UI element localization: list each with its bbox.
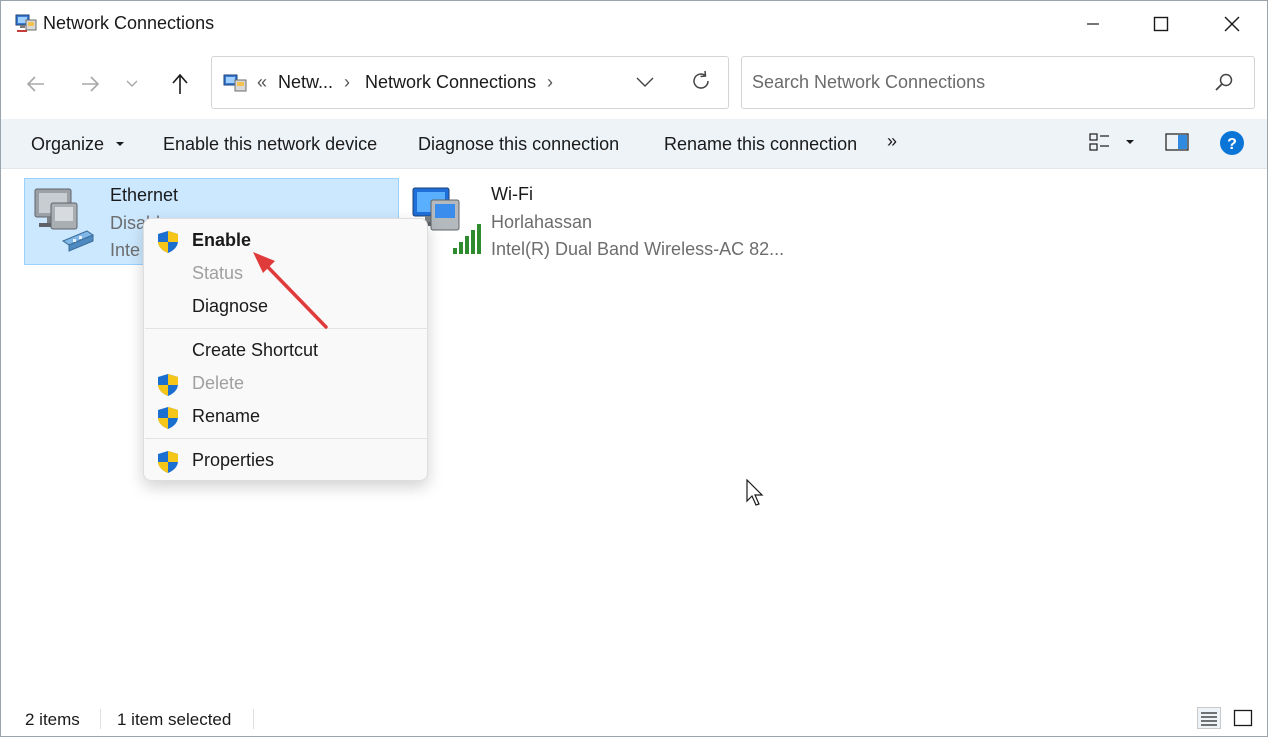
- back-button[interactable]: [19, 67, 53, 101]
- uac-shield-icon: [158, 407, 178, 429]
- menu-item-create-shortcut[interactable]: Create Shortcut: [144, 335, 427, 368]
- address-bar[interactable]: « Netw... › Network Connections ›: [211, 56, 729, 109]
- search-box[interactable]: Search Network Connections: [741, 56, 1255, 109]
- help-icon: ?: [1220, 131, 1244, 155]
- menu-item-rename[interactable]: Rename: [144, 401, 427, 434]
- status-divider: [100, 709, 101, 729]
- enable-device-button[interactable]: Enable this network device: [163, 134, 377, 155]
- menu-item-label: Delete: [192, 373, 245, 393]
- status-divider: [253, 709, 254, 729]
- help-button[interactable]: ?: [1219, 130, 1245, 156]
- selection-count: 1 item selected: [117, 710, 232, 729]
- item-count: 2 items: [25, 710, 80, 729]
- menu-item-label: Properties: [192, 450, 275, 470]
- change-view-button[interactable]: [1089, 132, 1139, 158]
- navigation-bar: « Netw... › Network Connections › Search…: [1, 47, 1267, 119]
- search-icon: [1215, 73, 1233, 91]
- details-view-icon: [1201, 712, 1217, 726]
- arrow-right-icon: [82, 76, 100, 92]
- preview-pane-button[interactable]: [1165, 132, 1191, 156]
- breadcrumb-item-network[interactable]: Netw...: [278, 72, 333, 93]
- organize-menu[interactable]: Organize: [31, 134, 125, 155]
- refresh-icon[interactable]: [690, 70, 712, 92]
- maximize-icon: [1153, 16, 1169, 32]
- svg-text:?: ?: [1227, 136, 1237, 153]
- item-adapter: Intel(R) Dual Band Wireless-AC 82...: [491, 239, 785, 259]
- caret-down-icon: [1126, 140, 1134, 144]
- view-tiles-icon: [1089, 133, 1109, 151]
- breadcrumb-separator[interactable]: ›: [547, 72, 553, 93]
- up-button[interactable]: [163, 67, 197, 101]
- chevron-down-icon[interactable]: [636, 76, 654, 88]
- close-icon: [1224, 16, 1240, 32]
- item-name: Ethernet: [110, 185, 179, 205]
- network-connections-icon: [15, 14, 37, 32]
- minimize-icon: [1087, 23, 1099, 25]
- chevron-down-icon: [126, 80, 138, 87]
- close-button[interactable]: [1198, 1, 1266, 47]
- forward-button[interactable]: [73, 67, 107, 101]
- status-bar: 2 items 1 item selected: [1, 699, 1267, 736]
- diagnose-connection-button[interactable]: Diagnose this connection: [418, 134, 619, 155]
- menu-separator: [145, 438, 428, 439]
- item-adapter: Inte: [110, 240, 141, 260]
- mouse-cursor-icon: [746, 479, 764, 506]
- menu-item-label: Create Shortcut: [192, 340, 319, 360]
- item-status: Horlahassan: [491, 212, 593, 232]
- maximize-button[interactable]: [1127, 1, 1195, 47]
- breadcrumb-overflow[interactable]: «: [257, 72, 267, 93]
- network-connections-icon: [223, 74, 247, 92]
- ethernet-adapter-icon: [34, 188, 95, 252]
- arrow-left-icon: [26, 76, 44, 92]
- rename-connection-button[interactable]: Rename this connection: [664, 134, 857, 155]
- preview-pane-icon: [1165, 133, 1189, 151]
- breadcrumb-separator[interactable]: ›: [344, 72, 350, 93]
- window: Network Connections « Netw... › Network …: [0, 0, 1268, 737]
- item-name: Wi-Fi: [491, 184, 533, 204]
- recent-locations-button[interactable]: [117, 67, 147, 101]
- large-icons-view-icon: [1233, 709, 1253, 727]
- details-view-button[interactable]: [1197, 707, 1221, 729]
- menu-item-label: Status: [192, 263, 244, 283]
- minimize-button[interactable]: [1059, 1, 1127, 47]
- organize-label: Organize: [31, 134, 105, 154]
- more-commands-button[interactable]: »: [887, 131, 897, 152]
- uac-shield-icon: [158, 451, 178, 473]
- search-input[interactable]: Search Network Connections: [752, 72, 985, 93]
- menu-item-label: Rename: [192, 406, 261, 426]
- uac-shield-icon: [158, 374, 178, 396]
- window-title: Network Connections: [43, 13, 215, 33]
- menu-item-delete: Delete: [144, 368, 427, 401]
- menu-item-properties[interactable]: Properties: [144, 445, 427, 478]
- caret-down-icon: [116, 142, 125, 147]
- arrow-up-icon: [172, 73, 188, 94]
- annotation-arrow-icon: [253, 252, 328, 329]
- command-bar: Organize Enable this network device Diag…: [1, 119, 1267, 169]
- breadcrumb-item-network-connections[interactable]: Network Connections: [365, 72, 536, 93]
- list-item-wifi[interactable]: Wi-Fi Horlahassan Intel(R) Dual Band Wir…: [405, 178, 785, 265]
- title-bar: Network Connections: [1, 1, 1267, 47]
- uac-shield-icon: [158, 231, 178, 253]
- large-icons-view-button[interactable]: [1233, 708, 1253, 728]
